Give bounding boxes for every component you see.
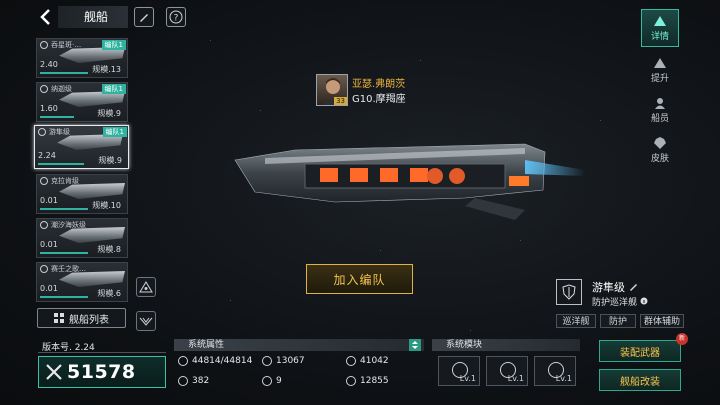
svg-text:?: ? [174, 14, 179, 24]
attr-hull: 44814/44814 [178, 356, 252, 366]
ship-class-badge [556, 279, 582, 305]
chevron-left-icon [40, 9, 50, 25]
attr-defense: 41042 [346, 356, 389, 366]
tag-support: 群体辅助 [640, 314, 684, 328]
module-slot[interactable]: Lv.1 [438, 356, 480, 386]
ship-card[interactable]: 吞星斑·… 编队1 2.40 规模.13 [36, 38, 128, 78]
back-button[interactable] [36, 7, 56, 27]
pencil-icon [140, 14, 148, 22]
ship-type-icon [40, 41, 48, 49]
shield-icon [562, 284, 576, 300]
attr-slots: 9 [262, 376, 282, 386]
attr-attack: 13067 [262, 356, 305, 366]
ship-model[interactable] [225, 130, 585, 230]
upgrade-icon [654, 57, 666, 68]
tag-defense: 防护 [600, 314, 636, 328]
skin-icon [654, 136, 666, 149]
attributes-header: 系统属性 [174, 339, 424, 351]
speed-icon [178, 376, 188, 386]
ship-card[interactable]: 赛壬之歌… 0.01 规模.6 [36, 262, 128, 302]
combat-power: 51578 [38, 356, 166, 388]
captain-level: 33 [334, 97, 347, 105]
ship-type-icon [40, 221, 48, 229]
ship-modify-button[interactable]: 舰船改装 [599, 369, 681, 391]
help-button[interactable]: ? [166, 7, 186, 27]
join-fleet-button[interactable]: 加入编队 [306, 264, 413, 294]
captain-seat: G10.摩羯座 [352, 94, 406, 105]
ship-type-icon [40, 177, 48, 185]
page-title: 舰船 [58, 6, 128, 28]
tab-skin[interactable]: 皮肤 [641, 131, 679, 169]
crew-icon [655, 97, 665, 109]
divider [38, 352, 166, 353]
attr-speed: 382 [178, 376, 209, 386]
attributes-toggle[interactable] [409, 339, 421, 351]
grid-icon [54, 313, 64, 323]
ship-sort-button[interactable] [136, 311, 156, 331]
ship-detail-icon [654, 15, 666, 26]
ship-type-icon [40, 85, 48, 93]
captain-name: 亚瑟.弗朗茨 [352, 79, 406, 90]
defense-icon [346, 356, 356, 366]
ship-list-button[interactable]: 舰船列表 [37, 308, 126, 328]
module-slot[interactable]: Lv.1 [486, 356, 528, 386]
ship-type-icon [40, 265, 48, 273]
ship-class-name: 游隼级 [592, 279, 638, 295]
module-slot[interactable]: Lv.1 [534, 356, 576, 386]
new-badge: 新 [676, 333, 688, 345]
progress-bar [38, 163, 84, 165]
hull-icon [178, 356, 188, 366]
captain-avatar[interactable]: 33 [316, 74, 348, 106]
tag-cruiser: 巡洋舰 [556, 314, 596, 328]
tab-details[interactable]: 详情 [641, 9, 679, 47]
ship-render [234, 143, 585, 220]
crossed-swords-icon [46, 364, 62, 380]
tab-upgrade[interactable]: 提升 [641, 51, 679, 89]
slots-icon [262, 376, 272, 386]
progress-bar [40, 208, 88, 210]
fleet-badge: 编队1 [101, 84, 126, 94]
ship-card-selected[interactable]: 游隼级 编队1 2.24 规模.9 [34, 125, 129, 169]
ship-card[interactable]: 纳迦级 编队1 1.60 规模.9 [36, 82, 128, 122]
ship-card[interactable]: 克拉肯级 0.01 规模.10 [36, 174, 128, 214]
triangle-fleet-icon [139, 281, 153, 293]
rename-pencil-icon[interactable] [629, 282, 638, 291]
question-icon: ? [169, 10, 183, 24]
progress-bar [40, 116, 74, 118]
attr-shield: 12855 [346, 376, 389, 386]
info-icon[interactable] [640, 297, 648, 305]
edit-button[interactable] [134, 7, 154, 27]
modules-header: 系统模块 [432, 339, 580, 351]
progress-bar [40, 72, 88, 74]
progress-bar [40, 296, 88, 298]
attack-icon [262, 356, 272, 366]
ship-type-icon [38, 128, 46, 136]
expand-arrows-icon [412, 341, 418, 349]
fleet-badge: 编队1 [101, 40, 126, 50]
fleet-badge: 编队1 [102, 127, 127, 137]
tab-crew[interactable]: 船员 [641, 91, 679, 129]
ship-subtype: 防护巡洋舰 [592, 295, 648, 308]
ship-card[interactable]: 潮汐海妖级 0.01 规模.8 [36, 218, 128, 258]
shield-stat-icon [346, 376, 356, 386]
fleet-filter-button[interactable] [136, 277, 156, 297]
equip-weapons-button[interactable]: 装配武器 [599, 340, 681, 362]
wing-icon [139, 317, 153, 326]
progress-bar [40, 252, 88, 254]
